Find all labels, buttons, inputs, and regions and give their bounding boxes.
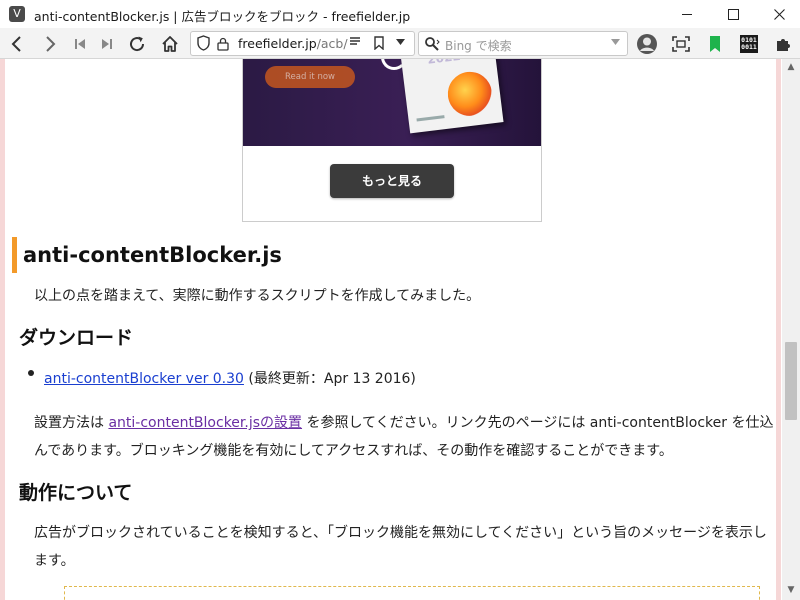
url-text[interactable]: freefielder.jp/acb/ [238,36,348,51]
setup-link[interactable]: anti-contentBlocker.jsの設置 [108,415,302,431]
download-link[interactable]: anti-contentBlocker ver 0.30 [44,371,244,387]
chevron-down-icon [396,39,405,45]
ad-read-button[interactable]: Read it now [265,66,355,88]
download-heading: ダウンロード [19,327,134,349]
scroll-down-button[interactable]: ▼ [782,582,800,599]
url-host: freefielder.jp [238,36,317,51]
fast-forward-button[interactable] [95,32,119,56]
extensions-button[interactable] [770,31,796,57]
ad-year-label: 2022 [427,59,462,67]
ad-brand-mark [416,115,445,122]
page-viewport: Read it now 2022 もっと見る anti-contentBlock… [0,59,800,600]
binary-code-icon: 0101 0011 [740,35,758,53]
reader-view-icon [350,37,360,45]
search-engine-dropdown[interactable] [611,38,620,48]
browser-app-icon: V [9,6,25,22]
search-placeholder: Bing で検索 [445,39,512,53]
reader-view-button[interactable] [349,36,361,52]
download-update-note: (最終更新：Apr 13 2016) [243,371,416,387]
puzzle-piece-icon [776,38,790,51]
setup-prefix: 設置方法は [34,415,109,431]
binary-extension-button[interactable]: 0101 0011 [736,31,762,57]
firefox-logo-icon [445,69,495,119]
behavior-heading: 動作について [19,482,133,504]
article-heading: anti-contentBlocker.js [12,237,282,273]
search-icon[interactable] [424,36,440,52]
close-button[interactable] [756,0,800,28]
bookmark-icon[interactable] [374,36,384,50]
list-bullet [28,370,34,376]
bookmark-extension-button[interactable] [702,31,728,57]
green-bookmark-icon [710,36,720,52]
window-title: anti-contentBlocker.js | 広告ブロックをブロック - f… [34,9,411,24]
scroll-up-button[interactable]: ▲ [782,59,800,76]
home-button[interactable] [158,32,182,56]
maximize-button[interactable] [710,0,756,28]
download-list-item: anti-contentBlocker ver 0.30 (最終更新：Apr 1… [44,370,416,388]
minimize-button[interactable] [664,0,710,28]
intro-paragraph: 以上の点を踏まえて、実際に動作するスクリプトを作成してみました。 [34,288,481,304]
title-bar: V anti-contentBlocker.js | 広告ブロックをブロック -… [0,0,800,28]
forward-button[interactable] [38,32,62,56]
scroll-thumb[interactable] [785,342,797,420]
lock-icon[interactable] [217,37,229,51]
reload-button[interactable] [125,32,149,56]
fast-forward-icon [102,39,112,49]
forward-arrow-icon [46,36,56,52]
chevron-down-icon [611,39,620,45]
page-right-border [776,59,781,600]
url-path: /acb/ [316,36,348,51]
ad-report-cover: 2022 [400,59,504,134]
reload-icon [130,36,145,52]
behavior-paragraph: 広告がブロックされていることを検知すると、「ブロック機能を無効にしてください」と… [34,525,767,569]
account-avatar-icon [637,34,657,54]
url-dropdown-button[interactable] [396,37,405,48]
address-bar[interactable]: freefielder.jp/acb/ [190,31,415,56]
search-bar[interactable]: Bing で検索 [418,31,628,56]
vertical-scrollbar[interactable]: ▲ ▼ [782,59,800,600]
page-left-border [0,59,5,600]
screenshot-icon [672,36,690,52]
rewind-button[interactable] [68,32,92,56]
back-button[interactable] [5,32,29,56]
rewind-icon [75,39,85,49]
home-icon [162,36,178,52]
back-arrow-icon [11,36,21,52]
ad-banner-image[interactable]: Read it now 2022 [243,59,541,146]
setup-paragraph: 設置方法は anti-contentBlocker.jsの設置 を参照してくださ… [34,409,776,465]
screenshot-button[interactable] [668,31,694,57]
close-icon [773,8,785,20]
shield-icon[interactable] [197,35,210,51]
advertisement-card[interactable]: Read it now 2022 もっと見る [242,59,542,222]
account-button[interactable] [634,31,660,57]
message-example-box [64,586,760,600]
see-more-button[interactable]: もっと見る [330,164,454,198]
